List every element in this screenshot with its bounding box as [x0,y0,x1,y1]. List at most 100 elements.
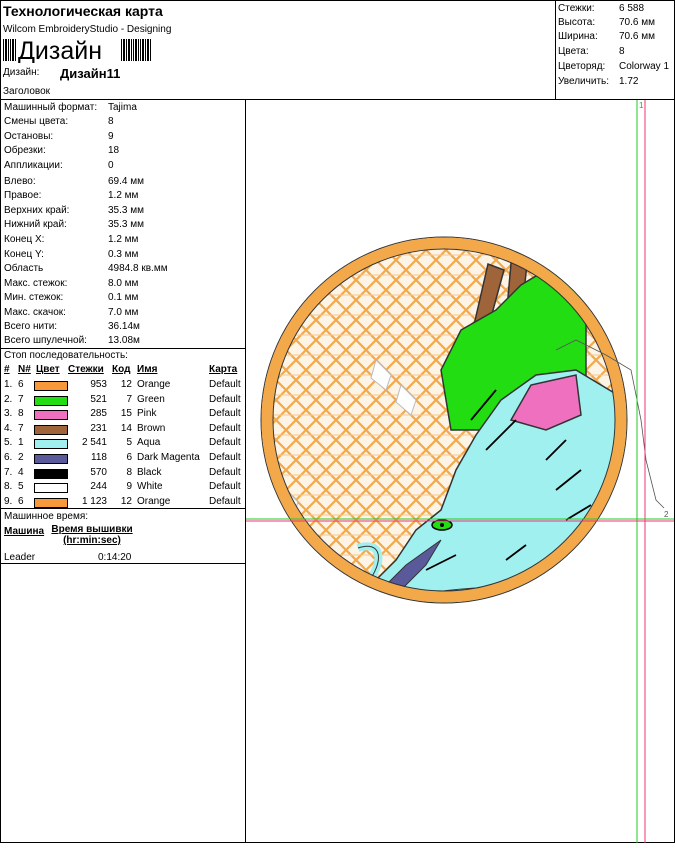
color-code: 9 [126,481,132,493]
stat-value: 8 [619,46,625,57]
param-label: Мин. стежок: [4,292,64,303]
color-swatch [34,381,68,391]
color-chart: Default [209,422,241,434]
divider [0,508,245,509]
stat-row: Цветоряд: Colorway 1 [558,61,674,75]
color-chart: Default [209,452,241,463]
color-swatch [34,454,68,464]
col-header-needle: N# [18,364,31,375]
color-swatch [34,439,68,450]
param-label: Правое: [4,190,42,201]
info-column: Машинный формат: Tajima Смены цвета: 8 Ост… [0,100,246,843]
row-number: 8. [4,481,13,493]
stat-label: Ширина: [558,31,598,42]
header: Технологическая карта Wilcom EmbroideryS… [0,0,556,100]
heading-label: Заголовок [3,86,51,97]
needle-number: 4 [18,466,24,478]
stat-row: Стежки: 6 588 [558,3,674,17]
color-name: Green [137,393,165,405]
stat-value: Colorway 1 [619,61,670,72]
needle-number: 6 [18,495,24,507]
param-label: Конец Y: [4,249,44,260]
sequence-row: 5. 1 2 541 5 Aqua Default [0,437,245,451]
machine-col-header: Машина [4,526,45,537]
color-chart: Default [209,408,241,420]
page-title: Технологическая карта [3,3,163,19]
needle-number: 7 [18,422,24,434]
param-label: Всего шпулечной: [4,335,87,346]
time-col-header-line2: (hr:min:sec) [63,535,121,546]
param-row: Влево: 69.4 мм [4,176,244,190]
design-label: Дизайн: [3,67,40,78]
end-marker: 2 [664,510,669,519]
stat-value: 6 588 [619,3,645,14]
barcode: Дизайн [3,37,153,63]
barcode-text: Дизайн [18,37,102,63]
design-preview: 1 2 [246,100,674,843]
color-chart: Default [209,379,241,390]
stat-value: 1.72 [619,76,639,87]
machine-time-title: Машинное время: [4,511,89,522]
param-row: Аппликации: 0 [4,160,244,174]
param-value: 7.0 мм [108,307,139,318]
stitch-count: 231 [90,422,107,434]
stat-label: Увеличить: [558,76,610,87]
stitch-count: 118 [91,452,107,463]
sequence-row: 4. 7 231 14 Brown Default [0,423,245,437]
param-value: 4984.8 кв.мм [108,263,168,274]
param-label: Конец X: [4,234,45,245]
param-label: Смены цвета: [4,116,69,127]
stat-row: Цвета: 8 [558,46,674,60]
color-swatch [34,483,68,494]
stat-label: Цвета: [558,46,589,57]
stat-value: 70.6 мм [619,31,655,42]
color-chart: Default [209,495,241,507]
color-chart: Default [209,437,241,449]
row-number: 1. [4,379,13,390]
param-label: Нижний край: [4,219,67,230]
param-row: Конец X: 1.2 мм [4,234,244,248]
needle-number: 8 [18,408,24,420]
color-chart: Default [209,466,241,478]
color-swatch [34,468,68,479]
param-value: 36.14м [108,321,140,332]
param-label: Макс. стежок: [4,278,68,289]
needle-number: 2 [18,452,24,463]
param-value: 1.2 мм [108,190,139,201]
sequence-row: 8. 5 244 9 White Default [0,481,245,495]
color-code: 7 [126,393,132,405]
param-row: Всего шпулечной: 13.08м [4,335,244,349]
color-name: Dark Magenta [137,452,200,463]
col-header-chart: Карта [209,364,238,375]
param-value: 69.4 мм [108,176,144,187]
color-code: 12 [120,379,132,390]
color-code: 15 [120,408,132,420]
stat-label: Высота: [558,17,596,28]
color-name: White [137,481,163,493]
param-value: 1.2 мм [108,234,139,245]
color-code: 5 [126,437,132,449]
col-header-code: Код [112,364,131,375]
machine-time-value: 0:14:20 [98,552,132,563]
sequence-row: 2. 7 521 7 Green Default [0,394,245,408]
param-label: Влево: [4,176,36,187]
color-code: 8 [126,466,132,478]
param-value: 9 [108,131,114,142]
color-chart: Default [209,393,241,405]
color-code: 14 [120,422,132,434]
color-name: Orange [137,379,171,390]
stitch-count: 521 [90,393,107,405]
embroidery-preview: 1 2 [246,100,674,843]
param-value: Tajima [108,102,137,113]
stitch-count: 285 [90,408,107,420]
color-chart: Default [209,481,241,493]
param-row: Правое: 1.2 мм [4,190,244,204]
param-row: Остановы: 9 [4,131,244,145]
param-row: Конец Y: 0.3 мм [4,249,244,263]
barcode-graphic: Дизайн [3,37,151,63]
param-value: 0.1 мм [108,292,139,303]
stat-value: 70.6 мм [619,17,655,28]
color-swatch [34,410,68,421]
stats-panel: Стежки: 6 588 Высота: 70.6 мм Ширина: 70.6 … [556,0,674,100]
col-header-color: Цвет [36,364,60,375]
